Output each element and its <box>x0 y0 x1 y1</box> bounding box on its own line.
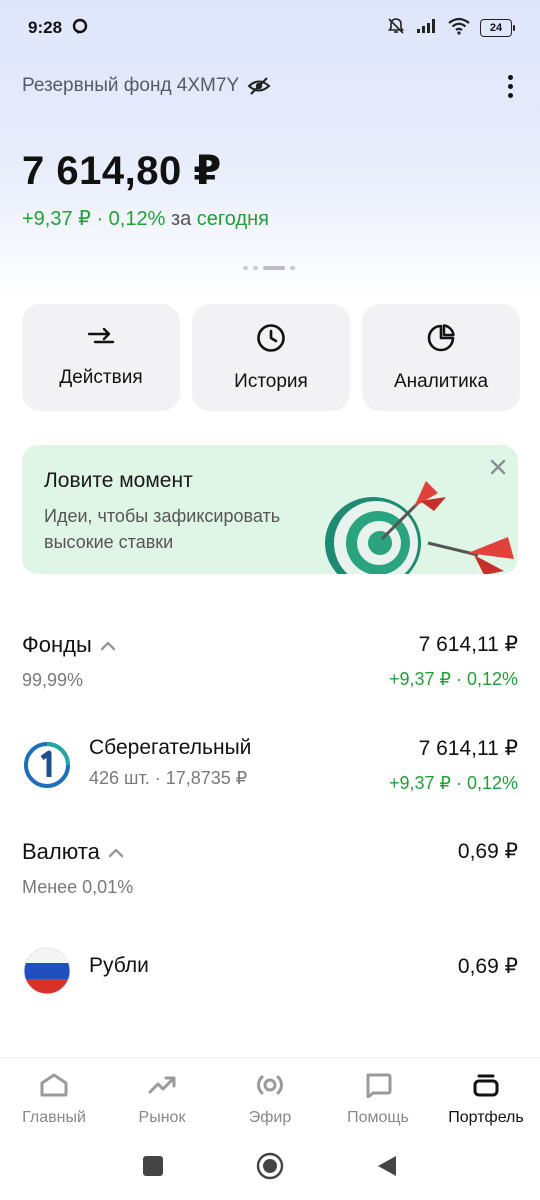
currency-item-name: Рубли <box>89 954 149 977</box>
nav-portfolio[interactable]: Портфель <box>432 1058 540 1137</box>
nav-broadcast-label: Эфир <box>248 1109 292 1126</box>
chat-icon <box>363 1072 393 1103</box>
signal-icon <box>416 18 438 39</box>
actions-button-label: Действия <box>59 366 143 388</box>
wifi-icon <box>448 17 470 40</box>
status-bar: 9:28 24 <box>0 0 540 56</box>
account-header[interactable]: Резервный фонд 4XM7Y <box>22 70 522 102</box>
broadcast-icon <box>254 1072 286 1103</box>
fund-name: Сберегательный <box>89 736 252 759</box>
battery-icon: 24 <box>480 19 515 37</box>
system-navigation-bar <box>0 1137 540 1200</box>
currency-item-amount: 0,69 ₽ <box>457 955 518 978</box>
status-time: 9:28 <box>28 18 63 37</box>
list-item-rub[interactable]: Рубли 0,69 ₽ <box>22 946 518 1008</box>
nav-broadcast[interactable]: Эфир <box>216 1058 324 1137</box>
funds-title: Фонды <box>22 632 92 657</box>
recent-apps-icon[interactable] <box>142 1155 164 1182</box>
currency-amount: 0,69 ₽ <box>457 840 518 863</box>
nav-portfolio-label: Портфель <box>448 1109 524 1126</box>
promo-title: Ловите момент <box>44 469 193 492</box>
russia-flag-icon <box>22 946 72 996</box>
fund-details: 426 шт. · 17,8735 ₽ <box>89 768 248 788</box>
daily-change-period[interactable]: сегодня <box>197 208 269 230</box>
back-icon[interactable] <box>376 1154 398 1183</box>
funds-section[interactable]: Фонды 99,99% 7 614,11 ₽ +9,37 ₽ · 0,12% <box>22 632 518 691</box>
list-item-fund[interactable]: Сберегательный 426 шт. · 17,8735 ₽ 7 614… <box>22 736 518 796</box>
fund-amount: 7 614,11 ₽ <box>418 737 518 760</box>
pie-chart-icon <box>426 323 456 359</box>
nav-help-label: Помощь <box>347 1109 409 1126</box>
home-icon <box>39 1072 69 1103</box>
page-indicator <box>243 266 295 270</box>
currency-title: Валюта <box>22 839 100 864</box>
daily-change-value: +9,37 ₽ · 0,12% <box>22 208 166 230</box>
eye-off-icon[interactable] <box>247 76 271 96</box>
chevron-up-icon[interactable] <box>100 632 116 658</box>
nav-help[interactable]: Помощь <box>324 1058 432 1137</box>
target-dart-icon <box>318 463 518 574</box>
briefcase-icon <box>471 1072 501 1103</box>
promo-banner[interactable]: Ловите момент Идеи, чтобы зафиксировать … <box>22 445 518 574</box>
arrows-exchange-icon <box>87 327 115 355</box>
close-icon[interactable] <box>488 457 508 477</box>
history-button[interactable]: История <box>192 304 350 411</box>
nav-home[interactable]: Главный <box>0 1058 108 1137</box>
notification-icon <box>72 18 88 39</box>
currency-section[interactable]: Валюта Менее 0,01% 0,69 ₽ <box>22 839 518 898</box>
trend-icon <box>147 1072 177 1103</box>
actions-button[interactable]: Действия <box>22 304 180 411</box>
nav-market[interactable]: Рынок <box>108 1058 216 1137</box>
daily-change-suffix: за <box>170 208 192 230</box>
analytics-button[interactable]: Аналитика <box>362 304 520 411</box>
portfolio-balance: 7 614,80 ₽ <box>22 149 222 193</box>
daily-change: +9,37 ₽ · 0,12% за сегодня <box>22 206 269 231</box>
chevron-up-icon[interactable] <box>108 839 124 865</box>
clock-icon <box>256 323 286 359</box>
more-options-icon[interactable] <box>498 72 522 100</box>
account-name[interactable]: Резервный фонд 4XM7Y <box>22 75 239 97</box>
history-button-label: История <box>234 370 308 392</box>
nav-market-label: Рынок <box>138 1109 186 1126</box>
quick-actions: Действия История Аналитика <box>22 304 520 411</box>
analytics-button-label: Аналитика <box>393 370 489 392</box>
currency-share: Менее 0,01% <box>22 877 134 897</box>
funds-amount: 7 614,11 ₽ <box>418 633 518 656</box>
bottom-navigation: Главный Рынок Эфир Помощь Портфель <box>0 1057 540 1137</box>
battery-level: 24 <box>489 22 503 34</box>
home-button-icon[interactable] <box>256 1152 284 1185</box>
promo-text: Идеи, чтобы зафиксировать высокие ставки <box>44 506 281 552</box>
mute-icon <box>386 16 406 41</box>
fund-logo-icon <box>22 740 72 790</box>
fund-change: +9,37 ₽ · 0,12% <box>388 773 518 793</box>
nav-home-label: Главный <box>22 1109 86 1126</box>
funds-change: +9,37 ₽ · 0,12% <box>388 669 518 689</box>
